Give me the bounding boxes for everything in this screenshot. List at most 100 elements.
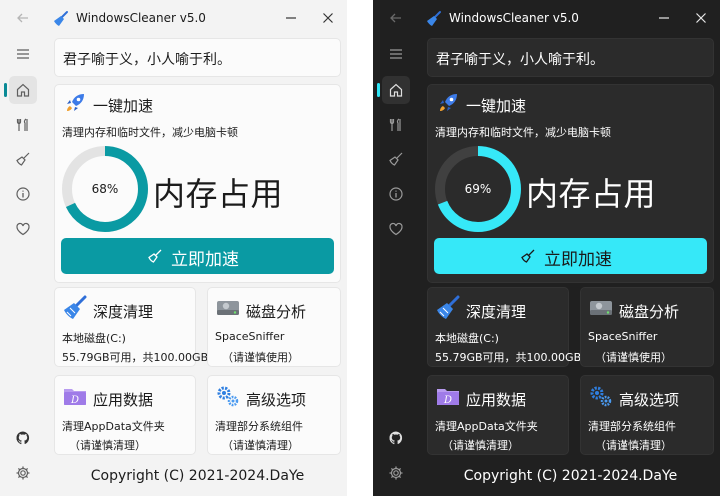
app-data-warning: （请谨慎清理）: [69, 439, 146, 452]
advanced-card[interactable]: 高级选项 清理部分系统组件 （请谨慎清理）: [580, 375, 714, 455]
gear-icon: [16, 466, 30, 480]
app-data-desc: 清理AppData文件夹: [62, 420, 165, 433]
tools-icon: [16, 118, 28, 131]
home-icon: [16, 83, 30, 97]
tools-icon: [389, 118, 401, 131]
broom-icon: [148, 249, 162, 263]
app-data-desc: 清理AppData文件夹: [435, 420, 538, 433]
memory-percent: 69%: [464, 182, 492, 196]
hard-drive-icon: [590, 301, 612, 315]
info-icon: [16, 187, 30, 201]
advanced-card[interactable]: 高级选项 清理部分系统组件 （请谨慎清理）: [207, 375, 341, 455]
boost-card: 一键加速 清理内存和临时文件，减少电脑卡顿 69% 内存占用 立即加速: [427, 84, 714, 283]
disk-analysis-card[interactable]: 磁盘分析 SpaceSniffer （请谨慎使用）: [580, 287, 714, 367]
nav-favorite-button[interactable]: [382, 215, 410, 243]
quote-text: 君子喻于义，小人喻于利。: [436, 52, 604, 68]
advanced-desc: 清理部分系统组件: [588, 420, 676, 433]
menu-icon: [390, 49, 402, 59]
nav-info-button[interactable]: [9, 180, 37, 208]
quote-text: 君子喻于义，小人喻于利。: [63, 52, 231, 68]
copyright-text: Copyright (C) 2021-2024.DaYe: [463, 468, 678, 484]
deep-clean-card[interactable]: 深度清理 本地磁盘(C:) 55.79GB可用，共100.00GB: [427, 287, 581, 367]
deep-clean-drive: 本地磁盘(C:): [62, 332, 126, 345]
quote-card: 君子喻于义，小人喻于利。: [54, 38, 341, 77]
close-icon[interactable]: [692, 9, 710, 27]
deep-clean-space: 55.79GB可用，共100.00GB: [435, 351, 582, 364]
deep-clean-title: 深度清理: [93, 303, 154, 321]
nav-clean-button[interactable]: [382, 145, 410, 173]
memory-label: 内存占用: [153, 175, 284, 213]
folder-icon: D: [64, 389, 86, 406]
advanced-title: 高级选项: [246, 391, 307, 409]
broom-icon: [64, 295, 87, 319]
broom-icon: [389, 152, 403, 166]
broom-icon: [16, 152, 30, 166]
heart-icon: [16, 222, 30, 236]
nav-github-button[interactable]: [9, 424, 37, 452]
nav-home-button[interactable]: [377, 76, 410, 104]
close-icon[interactable]: [319, 9, 337, 27]
app-title: WindowsCleaner v5.0: [76, 11, 206, 25]
deep-clean-space: 55.79GB可用，共100.00GB: [62, 351, 209, 364]
folder-icon: D: [437, 389, 459, 406]
arrow-left-icon[interactable]: [14, 9, 32, 27]
deep-clean-title: 深度清理: [466, 303, 527, 321]
boost-description: 清理内存和临时文件，减少电脑卡顿: [62, 126, 238, 139]
disk-analysis-warning: （请谨慎使用）: [595, 351, 672, 364]
info-icon: [389, 187, 403, 201]
home-icon: [389, 83, 403, 97]
arrow-left-icon[interactable]: [387, 9, 405, 27]
window-dark: WindowsCleaner v5.0 君子喻于义，小人喻于利。 一键加速 清理…: [373, 0, 720, 496]
svg-text:D: D: [443, 395, 452, 406]
minimize-icon[interactable]: [655, 9, 673, 27]
broom-icon: [521, 249, 535, 263]
quote-card: 君子喻于义，小人喻于利。: [427, 38, 714, 77]
github-icon: [389, 431, 403, 445]
nav-menu-button[interactable]: [9, 40, 37, 68]
deep-clean-card[interactable]: 深度清理 本地磁盘(C:) 55.79GB可用，共100.00GB: [54, 287, 208, 367]
disk-analysis-warning: （请谨慎使用）: [222, 351, 299, 364]
title-bar: WindowsCleaner v5.0: [373, 0, 720, 36]
memory-percent: 68%: [91, 182, 119, 196]
minimize-icon[interactable]: [282, 9, 300, 27]
nav-settings-button[interactable]: [382, 459, 410, 487]
nav-github-button[interactable]: [382, 424, 410, 452]
disk-analysis-tool: SpaceSniffer: [588, 330, 658, 343]
github-icon: [16, 431, 30, 445]
nav-settings-button[interactable]: [9, 459, 37, 487]
nav-clean-button[interactable]: [9, 145, 37, 173]
menu-icon: [17, 49, 29, 59]
title-bar: WindowsCleaner v5.0: [0, 0, 347, 36]
heart-icon: [389, 222, 403, 236]
broom-icon: [427, 11, 441, 26]
boost-title: 一键加速: [93, 97, 154, 115]
nav-menu-button[interactable]: [382, 40, 410, 68]
disk-analysis-title: 磁盘分析: [619, 303, 680, 321]
hard-drive-icon: [217, 301, 239, 315]
app-data-title: 应用数据: [93, 391, 154, 409]
app-data-card[interactable]: D 应用数据 清理AppData文件夹 （请谨慎清理）: [427, 375, 569, 455]
nav-tools-button[interactable]: [382, 111, 410, 139]
copyright-text: Copyright (C) 2021-2024.DaYe: [90, 468, 305, 484]
nav-favorite-button[interactable]: [9, 215, 37, 243]
advanced-title: 高级选项: [619, 391, 680, 409]
disk-analysis-card[interactable]: 磁盘分析 SpaceSniffer （请谨慎使用）: [207, 287, 341, 367]
app-data-card[interactable]: D 应用数据 清理AppData文件夹 （请谨慎清理）: [54, 375, 196, 455]
boost-title: 一键加速: [466, 97, 527, 115]
nav-rail: [373, 36, 419, 496]
nav-info-button[interactable]: [382, 180, 410, 208]
gears-icon: [590, 386, 612, 407]
gears-icon: [217, 386, 239, 407]
app-title: WindowsCleaner v5.0: [449, 11, 579, 25]
app-data-title: 应用数据: [466, 391, 527, 409]
memory-label: 内存占用: [526, 175, 657, 213]
boost-description: 清理内存和临时文件，减少电脑卡顿: [435, 126, 611, 139]
nav-rail: [0, 36, 46, 496]
boost-button-label: 立即加速: [544, 250, 612, 270]
boost-button[interactable]: 立即加速: [434, 238, 707, 274]
nav-home-button[interactable]: [4, 76, 37, 104]
disk-analysis-title: 磁盘分析: [246, 303, 307, 321]
boost-card: 一键加速 清理内存和临时文件，减少电脑卡顿 68% 内存占用 立即加速: [54, 84, 341, 283]
nav-tools-button[interactable]: [9, 111, 37, 139]
boost-button[interactable]: 立即加速: [61, 238, 334, 274]
